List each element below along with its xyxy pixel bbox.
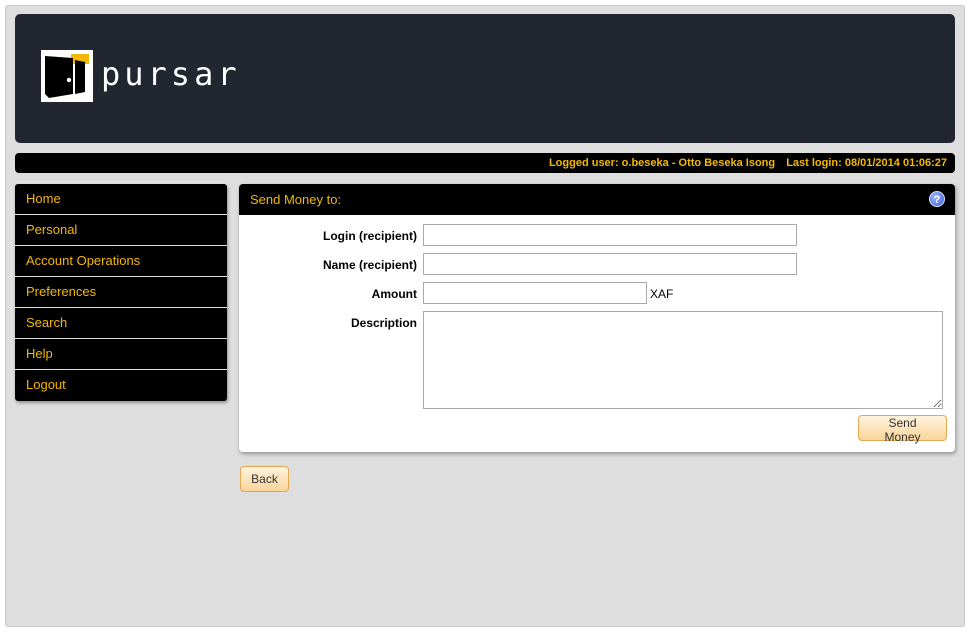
logged-user-text: Logged user: o.beseka - Otto Beseka Ison… xyxy=(548,157,776,169)
description-label: Description xyxy=(350,316,417,330)
panel-title-bar: Send Money to: ? xyxy=(239,184,955,215)
panel-title: Send Money to: xyxy=(250,192,342,207)
app-header: pursar xyxy=(15,14,955,143)
currency-label: XAF xyxy=(650,287,674,301)
send-money-button[interactable]: Send Money xyxy=(858,415,947,444)
help-question-icon[interactable]: ? xyxy=(929,191,945,207)
menu-item-home[interactable]: Home xyxy=(15,184,227,215)
brand-name: pursar xyxy=(101,55,241,93)
description-textarea[interactable] xyxy=(423,311,943,409)
menu-item-help[interactable]: Help xyxy=(15,339,227,370)
menu-item-personal[interactable]: Personal xyxy=(15,215,227,246)
login-recipient-label: Login (recipient) xyxy=(323,229,417,243)
name-recipient-input[interactable] xyxy=(423,253,797,275)
name-recipient-label: Name (recipient) xyxy=(322,258,417,272)
amount-label: Amount xyxy=(371,287,417,301)
login-recipient-input[interactable] xyxy=(423,224,797,246)
back-button[interactable]: Back xyxy=(240,466,289,492)
menu-item-logout[interactable]: Logout xyxy=(15,370,227,401)
menu-item-preferences[interactable]: Preferences xyxy=(15,277,227,308)
wallet-door-logo-icon xyxy=(41,50,93,102)
menu-item-account-operations[interactable]: Account Operations xyxy=(15,246,227,277)
login-status-bar: Logged user: o.beseka - Otto Beseka Ison… xyxy=(15,153,955,173)
menu-item-search[interactable]: Search xyxy=(15,308,227,339)
side-menu: Home Personal Account Operations Prefere… xyxy=(15,184,227,401)
amount-input[interactable] xyxy=(423,282,647,304)
send-money-panel: Send Money to: ? Login (recipient) Name … xyxy=(239,184,955,452)
last-login-text: Last login: 08/01/2014 01:06:27 xyxy=(786,157,947,169)
